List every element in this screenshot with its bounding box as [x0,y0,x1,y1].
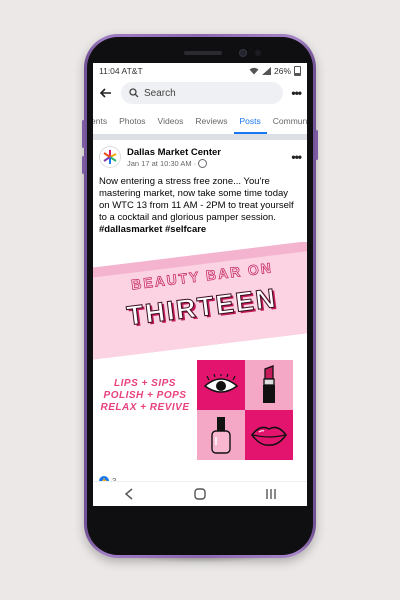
phone-screen: 11:04 AT&T 26% Search ••• ents Photos Vi… [93,63,307,505]
nav-back-button[interactable] [121,486,137,502]
tab-events[interactable]: ents [93,116,113,134]
recents-icon [266,489,277,499]
tile-lipstick [245,360,293,410]
home-icon [194,488,206,500]
post-timestamp-row: Jan 17 at 10:30 AM · [127,158,285,168]
nail-polish-icon [211,417,231,454]
battery-percent: 26% [273,65,291,76]
globe-icon [198,158,208,168]
post-timestamp[interactable]: Jan 17 at 10:30 AM [127,159,192,168]
page-name[interactable]: Dallas Market Center [127,147,285,158]
battery-icon [294,65,301,76]
tab-videos[interactable]: Videos [152,116,190,134]
search-input[interactable]: Search [121,82,284,104]
tagline-line: POLISH + POPS [103,390,187,401]
tagline-line: RELAX + REVIVE [100,402,190,413]
lips-icon [251,426,287,446]
wifi-icon [249,67,259,74]
tile-nail-polish [197,410,245,460]
status-right: 26% [249,65,301,76]
search-placeholder: Search [144,87,176,99]
post-header: Dallas Market Center Jan 17 at 10:30 AM … [93,140,307,172]
front-camera [239,49,247,57]
dallas-market-logo-icon [103,150,117,164]
status-carrier: AT&T [121,65,143,76]
power-button [315,130,318,160]
status-bar: 11:04 AT&T 26% [93,63,307,78]
tab-posts[interactable]: Posts [233,116,267,134]
tab-reviews[interactable]: Reviews [189,116,233,134]
volume-button [82,120,85,148]
bixby-button [82,156,85,174]
lipstick-icon [263,365,275,403]
signal-icon [261,66,271,75]
tile-lips [245,410,293,460]
more-options-icon[interactable]: ••• [291,86,302,100]
tab-community[interactable]: Community [267,116,307,134]
nav-recents-button[interactable] [263,486,279,502]
back-arrow-icon[interactable] [99,86,113,100]
post-hashtags[interactable]: #dallasmarket #selfcare [99,224,206,235]
search-row: Search ••• [93,78,307,108]
tagline-line: LIPS + SIPS [114,378,176,389]
chevron-left-icon [124,488,133,500]
post-meta: Dallas Market Center Jan 17 at 10:30 AM … [127,147,285,168]
post-options-icon[interactable]: ••• [291,150,302,164]
nav-home-button[interactable] [192,486,208,502]
post-image[interactable]: BEAUTY BAR ON THIRTEEN LIPS + SIPS POLIS… [93,242,307,470]
tile-eye [197,360,245,410]
dot-separator: · [193,158,197,168]
page-tabs: ents Photos Videos Reviews Posts Communi… [93,108,307,135]
android-nav-bar [93,481,307,506]
image-tagline: LIPS + SIPS POLISH + POPS RELAX + REVIVE [99,378,191,414]
avatar[interactable] [99,146,121,168]
status-left: 11:04 AT&T [99,66,143,76]
post-body: Now entering a stress free zone... You'r… [99,176,294,223]
status-time: 11:04 [99,65,120,76]
post-text: Now entering a stress free zone... You'r… [93,172,307,242]
earpiece-speaker [184,51,222,55]
search-icon [129,88,139,98]
tab-photos[interactable]: Photos [113,116,151,134]
eye-icon [203,374,239,393]
proximity-sensor [255,50,261,56]
